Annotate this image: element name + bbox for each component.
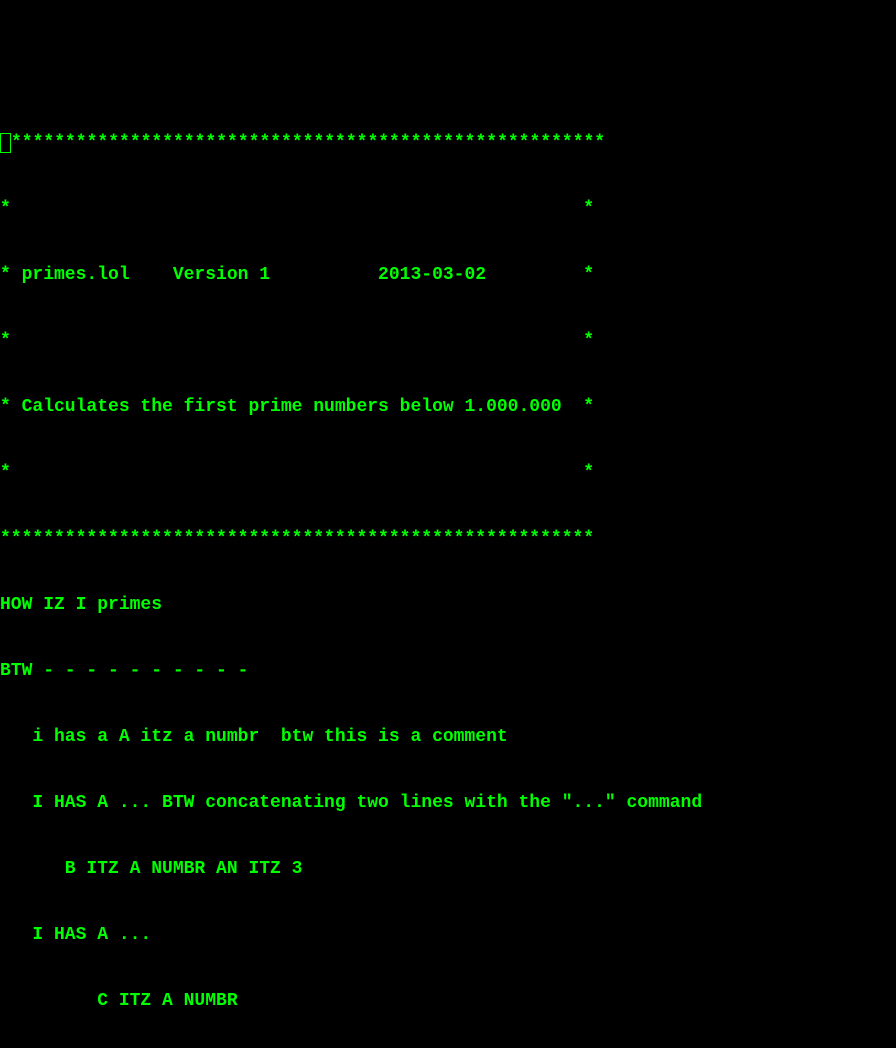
code-line: I HAS A ...	[0, 924, 896, 946]
code-line: BTW - - - - - - - - - -	[0, 660, 896, 682]
code-line: ****************************************…	[0, 528, 896, 550]
code-line: C ITZ A NUMBR	[0, 990, 896, 1012]
line-text: ****************************************…	[11, 133, 605, 153]
code-line: * *	[0, 462, 896, 484]
code-line: * *	[0, 330, 896, 352]
code-line: HOW IZ I primes	[0, 594, 896, 616]
code-line: * Calculates the first prime numbers bel…	[0, 396, 896, 418]
code-line: ****************************************…	[0, 132, 896, 154]
code-line: B ITZ A NUMBR AN ITZ 3	[0, 858, 896, 880]
code-line: * primes.lol Version 1 2013-03-02 *	[0, 264, 896, 286]
cursor	[0, 133, 11, 153]
terminal-viewport[interactable]: ****************************************…	[0, 88, 896, 612]
code-line: * *	[0, 198, 896, 220]
code-line: i has a A itz a numbr btw this is a comm…	[0, 726, 896, 748]
code-line: I HAS A ... BTW concatenating two lines …	[0, 792, 896, 814]
